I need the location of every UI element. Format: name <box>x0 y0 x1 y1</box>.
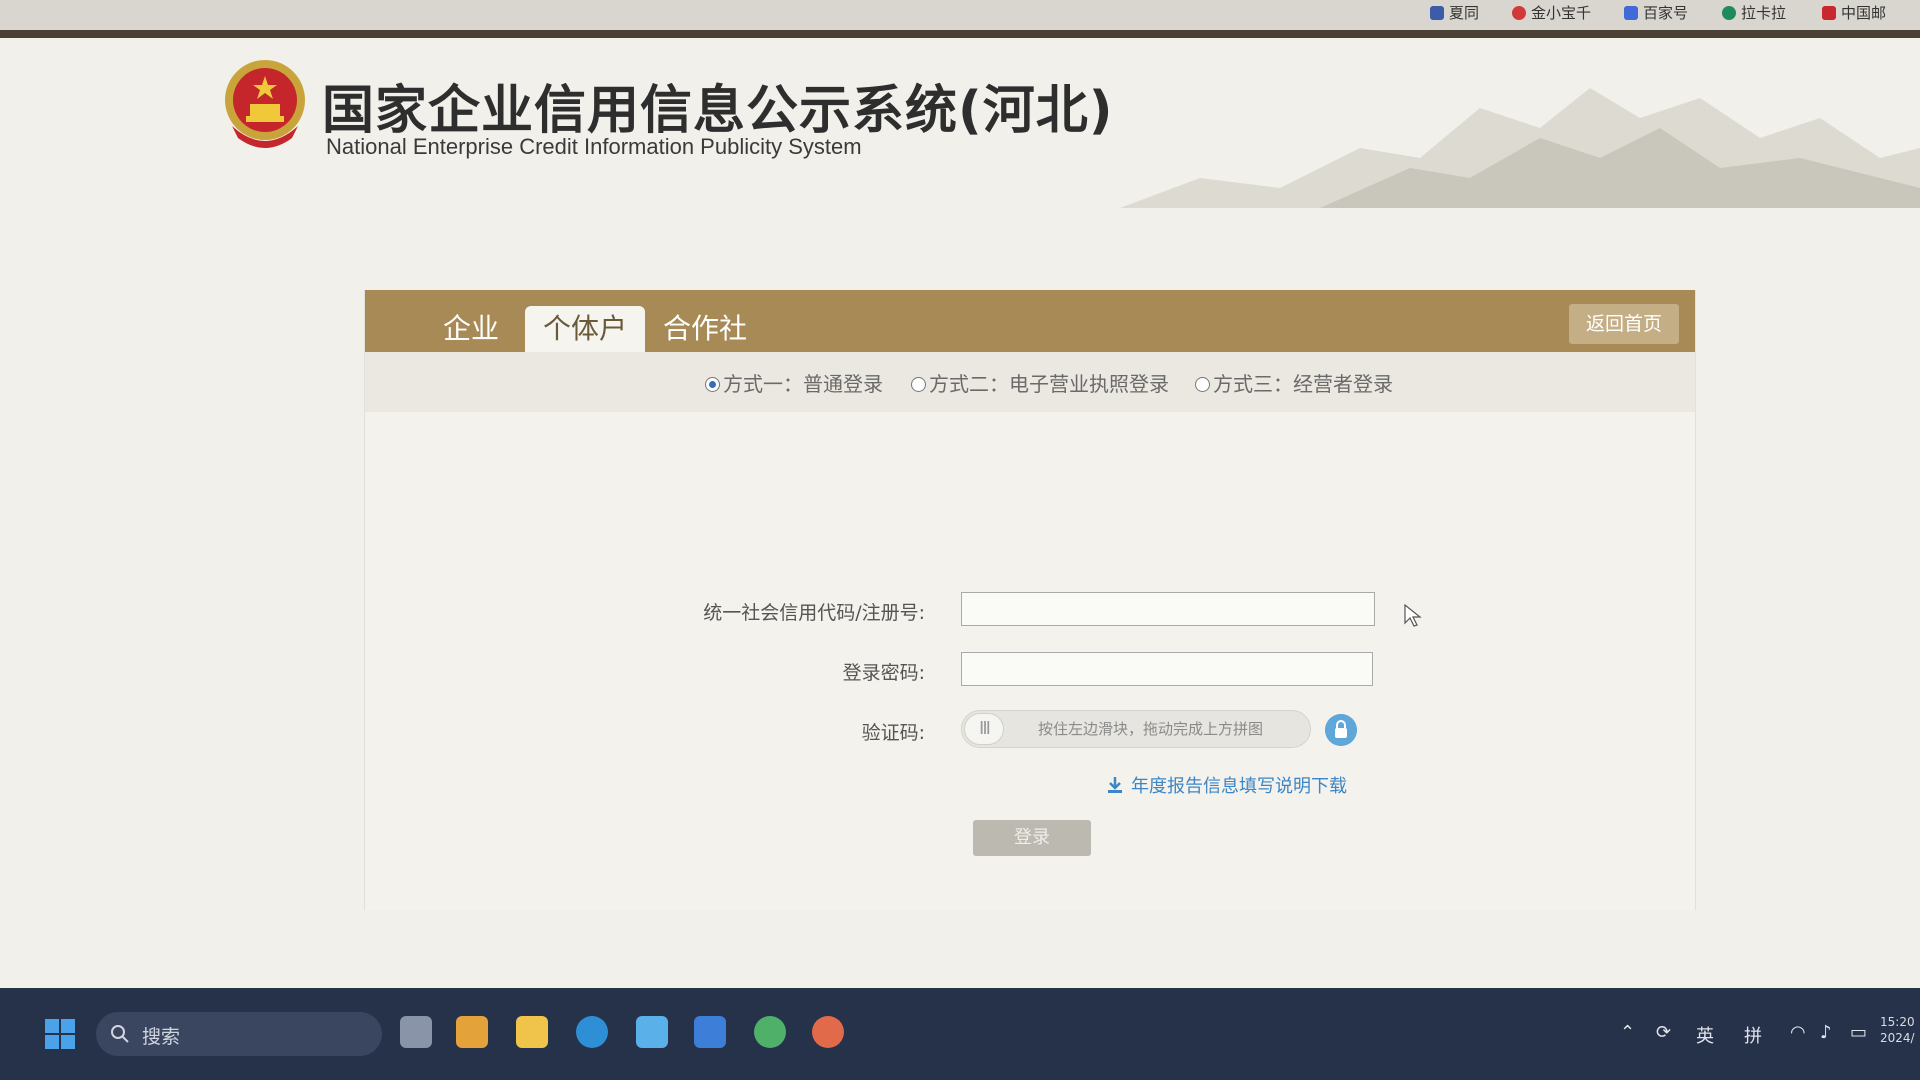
volume-icon[interactable]: ♪ <box>1820 1022 1832 1043</box>
mouse-cursor-icon <box>1404 604 1422 627</box>
store-icon[interactable] <box>456 1016 488 1048</box>
search-icon <box>111 1025 129 1043</box>
login-method-e-license[interactable]: 方式二：电子营业执照登录 <box>911 368 1169 397</box>
tab-cooperative[interactable]: 合作社 <box>655 306 755 352</box>
bookmark-bar: 夏同 金小宝千 百家号 拉卡拉 中国邮 <box>0 0 1920 38</box>
back-home-button[interactable]: 返回首页 <box>1569 304 1679 344</box>
tab-enterprise[interactable]: 企业 <box>431 306 511 352</box>
clock[interactable]: 15:20 2024/ <box>1880 1014 1915 1046</box>
tab-individual[interactable]: 个体户 <box>525 306 645 352</box>
chevron-up-icon[interactable]: ⌃ <box>1620 1022 1635 1043</box>
password-label: 登录密码: <box>842 662 925 684</box>
mountain-illustration <box>1120 88 1920 208</box>
windows-start-icon[interactable] <box>44 1018 76 1050</box>
site-subtitle: National Enterprise Credit Information P… <box>326 134 862 159</box>
captcha-label: 验证码: <box>861 722 925 744</box>
input-method[interactable]: 拼 <box>1744 1022 1762 1048</box>
bookmark-item[interactable]: 中国邮 <box>1822 2 1886 23</box>
bookmark-icon <box>1512 6 1526 20</box>
app-icon[interactable] <box>636 1016 668 1048</box>
search-placeholder: 搜索 <box>142 1026 181 1048</box>
bookmark-icon <box>1430 6 1444 20</box>
radio-unchecked-icon[interactable] <box>1195 377 1210 392</box>
captcha-slider[interactable]: III 按住左边滑块，拖动完成上方拼图 <box>961 710 1311 748</box>
input-language[interactable]: 英 <box>1696 1022 1714 1048</box>
sync-icon[interactable]: ⟳ <box>1656 1022 1671 1043</box>
radio-checked-icon[interactable] <box>705 377 720 392</box>
task-view-icon[interactable] <box>400 1016 432 1048</box>
radio-unchecked-icon[interactable] <box>911 377 926 392</box>
site-title: 国家企业信用信息公示系统(河北) <box>322 81 1114 141</box>
download-icon <box>1108 777 1122 793</box>
password-input[interactable] <box>961 652 1373 686</box>
login-button[interactable]: 登录 <box>973 820 1091 856</box>
file-explorer-icon[interactable] <box>516 1016 548 1048</box>
bookmark-icon <box>1624 6 1638 20</box>
bookmark-item[interactable]: 夏同 <box>1430 2 1479 23</box>
wifi-icon[interactable]: ◠ <box>1790 1022 1806 1043</box>
battery-icon[interactable]: ▭ <box>1850 1022 1867 1043</box>
credit-code-input[interactable] <box>961 592 1375 626</box>
bookmark-item[interactable]: 百家号 <box>1624 2 1688 23</box>
bookmark-item[interactable]: 拉卡拉 <box>1722 2 1786 23</box>
download-instructions-link[interactable]: 年度报告信息填写说明下载 <box>1105 772 1347 798</box>
login-panel: 企业 个体户 合作社 返回首页 方式一：普通登录 方式二：电子营业执照登录 方式… <box>364 290 1696 910</box>
credit-code-label: 统一社会信用代码/注册号: <box>703 602 925 624</box>
login-method-operator[interactable]: 方式三：经营者登录 <box>1195 368 1393 397</box>
firefox-icon[interactable] <box>812 1016 844 1048</box>
login-method-selector: 方式一：普通登录 方式二：电子营业执照登录 方式三：经营者登录 <box>365 352 1695 412</box>
taskbar: 搜索 ⌃ ⟳ 英 拼 ◠ ♪ ▭ 15:20 2024/ <box>0 988 1920 1080</box>
page: 国家企业信用信息公示系统(河北) National Enterprise Cre… <box>0 38 1920 988</box>
browser-icon[interactable] <box>754 1016 786 1048</box>
slider-handle[interactable]: III <box>964 713 1004 745</box>
tab-bar: 企业 个体户 合作社 返回首页 <box>365 290 1695 352</box>
mail-icon[interactable] <box>694 1016 726 1048</box>
national-emblem-icon <box>225 60 305 148</box>
slider-hint: 按住左边滑块，拖动完成上方拼图 <box>1038 720 1264 738</box>
login-method-normal[interactable]: 方式一：普通登录 <box>705 368 883 397</box>
edge-browser-icon[interactable] <box>576 1016 608 1048</box>
site-header: 国家企业信用信息公示系统(河北) National Enterprise Cre… <box>0 38 1920 208</box>
bookmark-icon <box>1822 6 1836 20</box>
lock-icon[interactable] <box>1325 714 1357 746</box>
taskbar-search[interactable]: 搜索 <box>96 1012 382 1056</box>
bookmark-icon <box>1722 6 1736 20</box>
bookmark-item[interactable]: 金小宝千 <box>1512 2 1591 23</box>
